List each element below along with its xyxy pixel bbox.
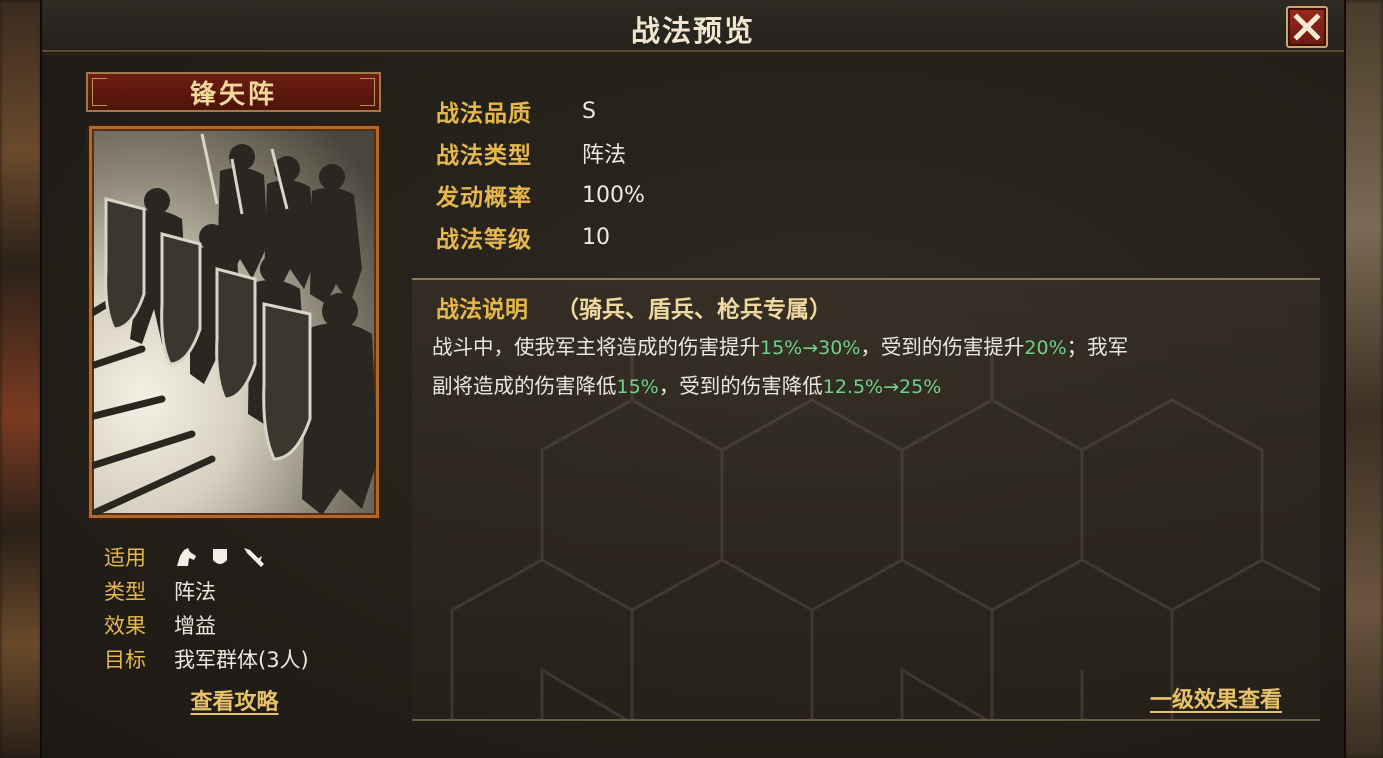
skill-name-banner: 锋矢阵 <box>86 72 381 112</box>
description-line: 副将造成的伤害降低15%，受到的伤害降低12.5%→25% <box>432 367 1312 406</box>
target-label: 目标 <box>104 648 146 672</box>
type-value: 阵法 <box>174 580 216 604</box>
stat-value: 10 <box>582 224 610 250</box>
highlight-value: 12.5%→25% <box>822 376 942 398</box>
skill-stats: 战法品质 S 战法类型 阵法 发动概率 100% 战法等级 10 <box>436 90 645 258</box>
target-value: 我军群体(3人) <box>174 648 309 672</box>
troops-formation-silhouette <box>92 133 376 515</box>
skill-preview-dialog: 战法预览 锋矢阵 适用 类型 阵法 效果 增益 目标 我军群体(3人) 查看攻略… <box>40 0 1346 758</box>
stat-value: S <box>582 98 596 124</box>
skill-name: 锋矢阵 <box>189 79 277 110</box>
stat-value: 阵法 <box>582 143 627 168</box>
level-one-effect-link[interactable]: 一级效果查看 <box>1150 682 1282 714</box>
text-segment: 副将造成的伤害降低 <box>432 374 617 398</box>
info-row-applicable: 适用 <box>104 540 309 574</box>
highlight-value: 20% <box>1024 337 1067 359</box>
stat-label: 战法等级 <box>436 226 532 253</box>
stat-label: 战法类型 <box>436 142 532 169</box>
highlight-value: 15% <box>616 376 659 398</box>
text-segment: ；我军 <box>1066 335 1129 359</box>
type-label: 类型 <box>104 580 146 604</box>
stat-row-trigger-rate: 发动概率 100% <box>436 174 645 216</box>
skill-description-box: 战法说明 （骑兵、盾兵、枪兵专属） 战斗中，使我军主将造成的伤害提升15%→30… <box>412 278 1320 721</box>
spear-infantry-icon <box>242 546 266 568</box>
dialog-title: 战法预览 <box>630 14 755 48</box>
text-segment: 战斗中，使我军主将造成的伤害提升 <box>432 335 760 359</box>
stat-value: 100% <box>582 182 645 208</box>
close-button[interactable] <box>1286 6 1328 48</box>
stat-label: 战法品质 <box>436 100 532 127</box>
view-guide-link[interactable]: 查看攻略 <box>182 684 287 716</box>
description-title: 战法说明 <box>436 296 528 323</box>
exclusive-units-note: （骑兵、盾兵、枪兵专属） <box>556 296 832 323</box>
description-header: 战法说明 （骑兵、盾兵、枪兵专属） <box>436 290 832 324</box>
background-game-scene-left <box>0 0 42 758</box>
shield-infantry-icon <box>210 546 230 568</box>
effect-value: 增益 <box>174 614 216 638</box>
stat-label: 发动概率 <box>436 184 532 211</box>
info-row-effect: 效果 增益 <box>104 608 309 642</box>
info-row-target: 目标 我军群体(3人) <box>104 642 309 676</box>
info-row-type: 类型 阵法 <box>104 574 309 608</box>
text-segment: ，受到的伤害提升 <box>860 335 1025 359</box>
close-x-icon <box>1293 13 1321 41</box>
stat-row-quality: 战法品质 S <box>436 90 645 132</box>
description-text: 战斗中，使我军主将造成的伤害提升15%→30%，受到的伤害提升20%；我军 副将… <box>432 328 1312 406</box>
background-game-scene-right <box>1343 0 1383 758</box>
description-line: 战斗中，使我军主将造成的伤害提升15%→30%，受到的伤害提升20%；我军 <box>432 328 1312 367</box>
skill-illustration <box>89 126 379 518</box>
dialog-title-bar: 战法预览 <box>42 0 1344 55</box>
effect-label: 效果 <box>104 614 146 638</box>
applicable-label: 适用 <box>104 546 146 570</box>
stat-row-level: 战法等级 10 <box>436 216 645 258</box>
cavalry-icon <box>174 546 198 568</box>
stat-row-type: 战法类型 阵法 <box>436 132 645 174</box>
skill-info-list: 适用 类型 阵法 效果 增益 目标 我军群体(3人) <box>104 540 309 676</box>
text-segment: ，受到的伤害降低 <box>658 374 823 398</box>
highlight-value: 15%→30% <box>760 337 861 359</box>
applicable-unit-icons <box>174 546 266 568</box>
